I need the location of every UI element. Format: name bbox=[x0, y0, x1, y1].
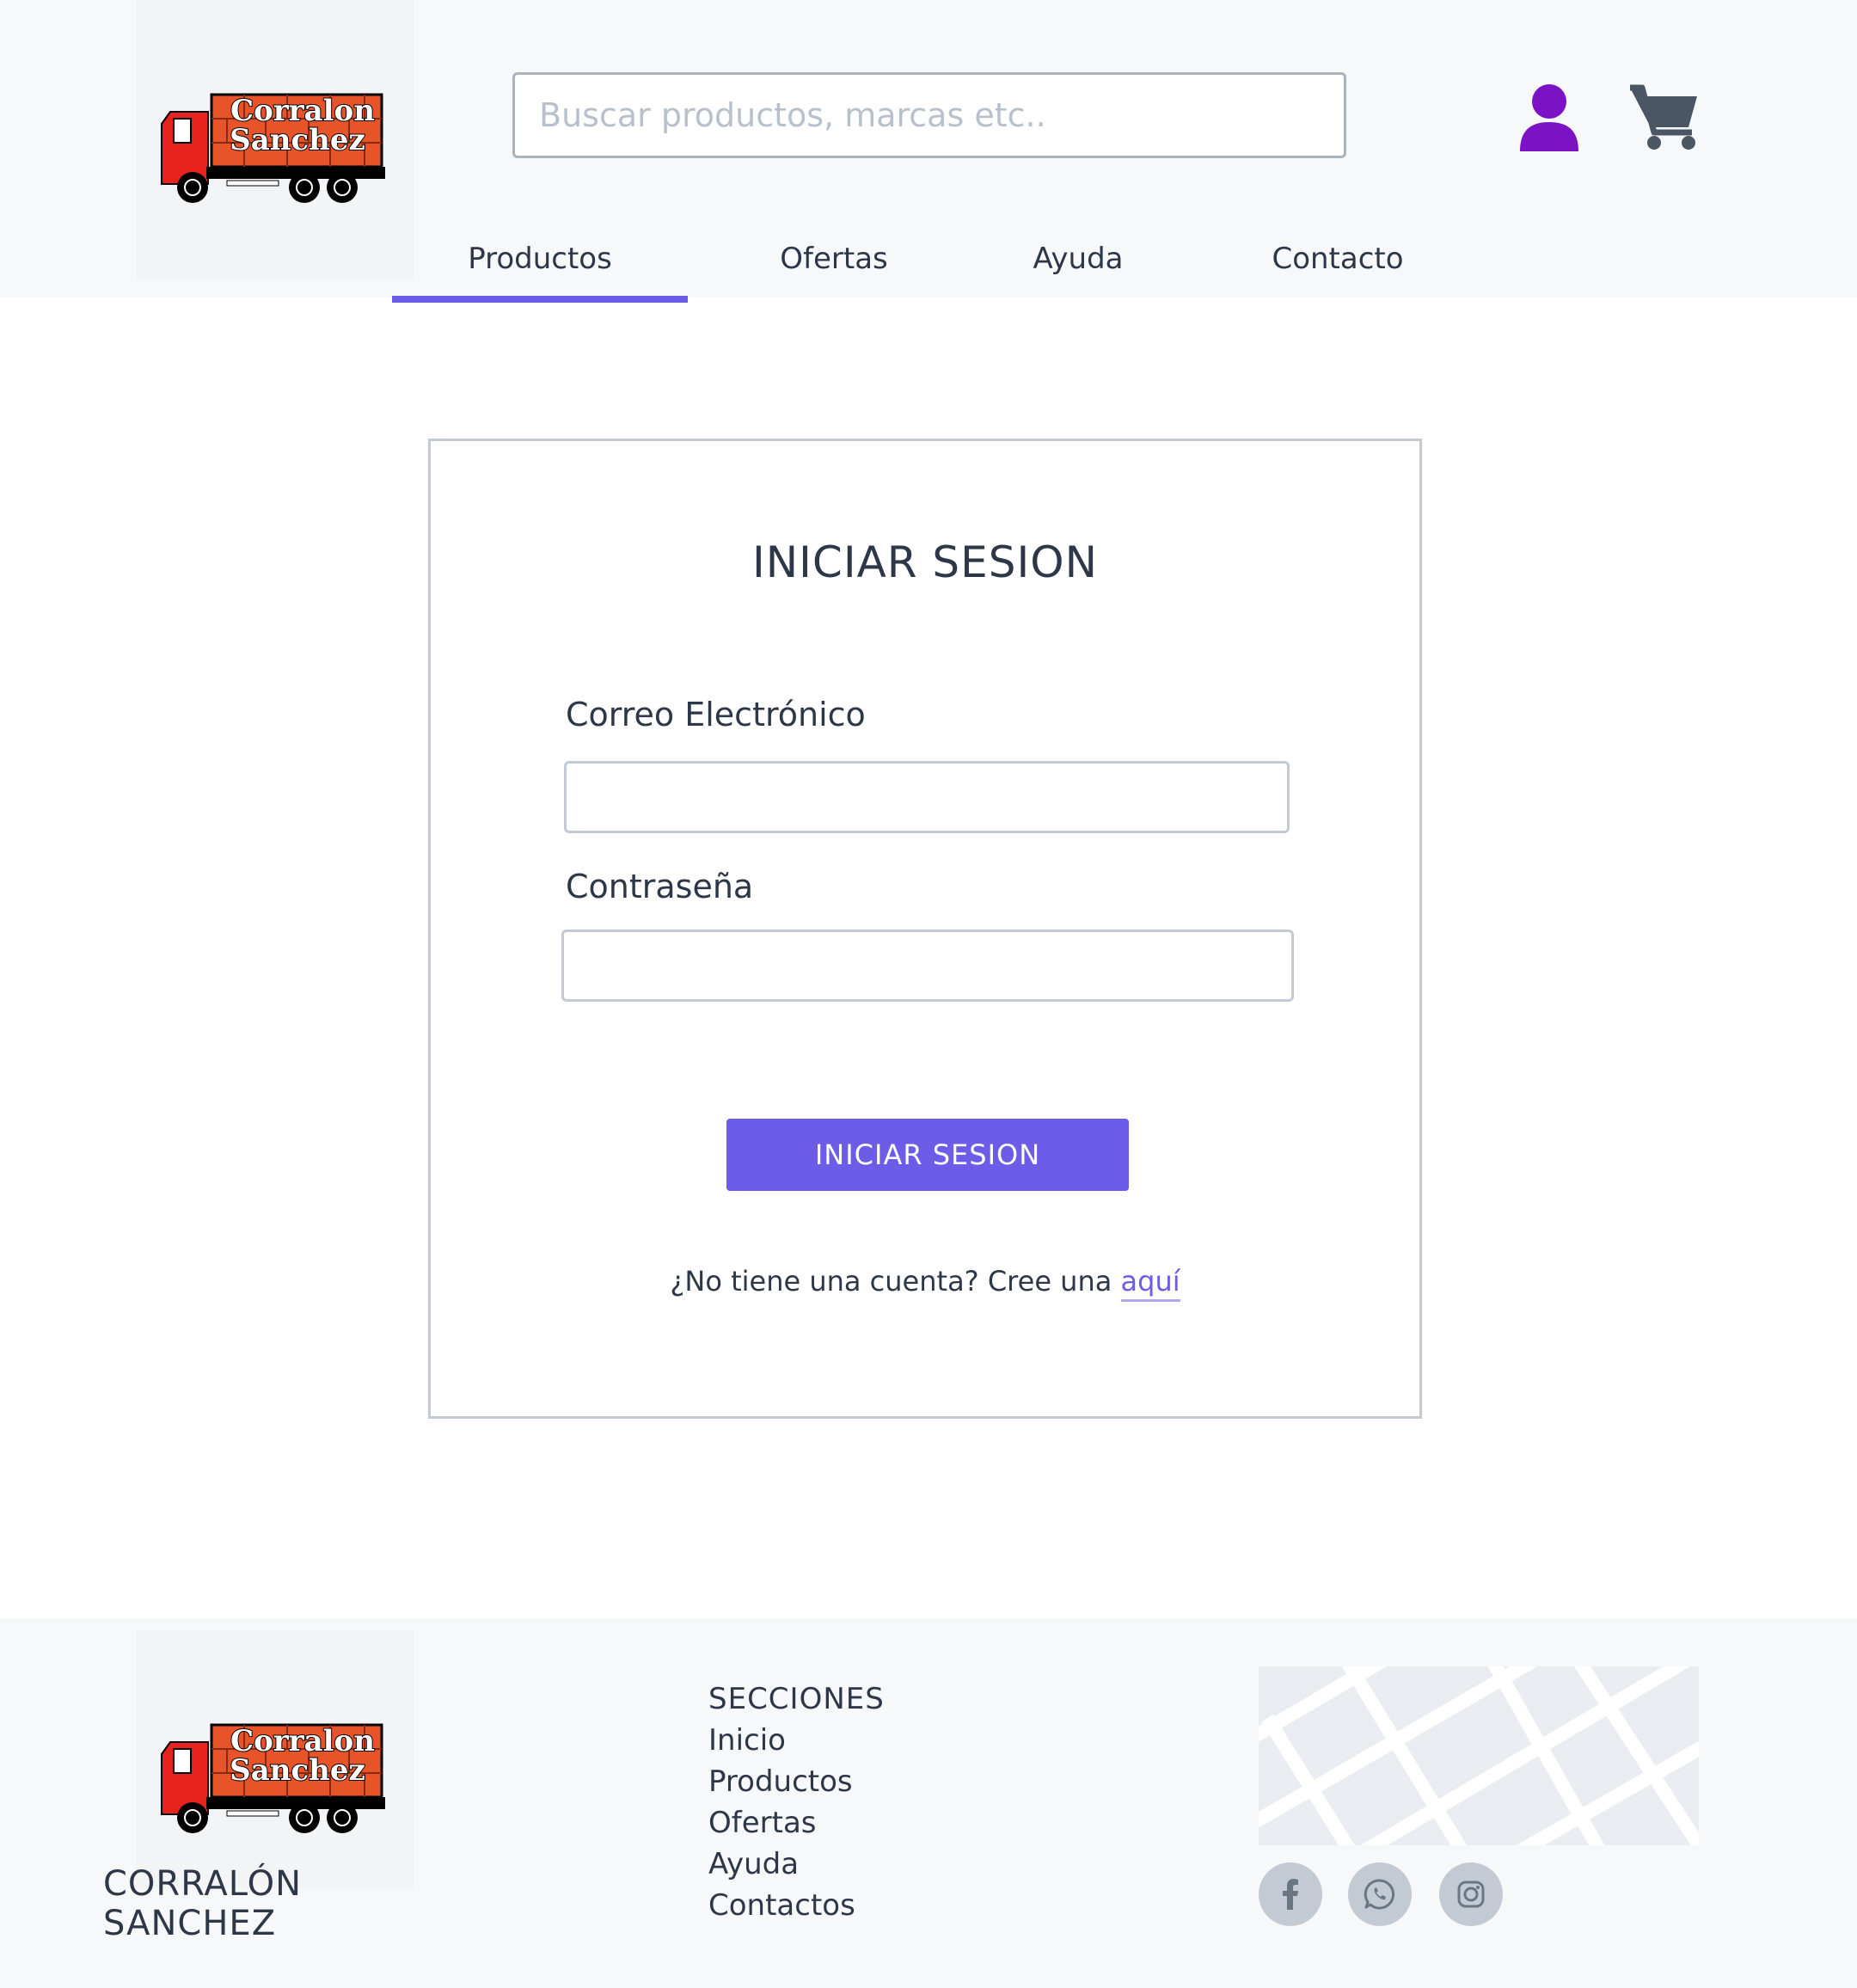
login-card: INICIAR SESION Correo Electrónico Contra… bbox=[428, 439, 1422, 1419]
footer-sections: SECCIONES Inicio Productos Ofertas Ayuda… bbox=[708, 1678, 1052, 1926]
site-footer: Corralon Sanchez CORRALÓN SANCHEZ SECCIO… bbox=[0, 1618, 1857, 1988]
footer-link-inicio[interactable]: Inicio bbox=[708, 1720, 1052, 1761]
truck-logo-icon: Corralon Sanchez bbox=[161, 1723, 385, 1833]
footer-logo[interactable]: Corralon Sanchez bbox=[136, 1630, 414, 1888]
facebook-button[interactable] bbox=[1259, 1862, 1322, 1926]
tab-contacto[interactable]: Contacto bbox=[1248, 224, 1427, 303]
facebook-icon bbox=[1283, 1879, 1298, 1910]
instagram-button[interactable] bbox=[1439, 1862, 1503, 1926]
signup-prompt-text: ¿No tiene una cuenta? Cree una bbox=[670, 1265, 1112, 1298]
password-field[interactable] bbox=[561, 930, 1294, 1002]
password-label: Contraseña bbox=[566, 868, 754, 905]
login-title: INICIAR SESION bbox=[752, 537, 1098, 587]
logo-text-line2: Sanchez bbox=[230, 123, 365, 157]
tab-ofertas[interactable]: Ofertas bbox=[746, 224, 922, 303]
truck-logo-icon: Corralon Sanchez bbox=[161, 93, 385, 203]
main-nav: Productos Ofertas Ayuda Contacto bbox=[0, 224, 1857, 303]
signup-link[interactable]: aquí bbox=[1120, 1265, 1180, 1302]
footer-link-ofertas[interactable]: Ofertas bbox=[708, 1802, 1052, 1844]
login-button[interactable]: INICIAR SESION bbox=[726, 1119, 1129, 1191]
email-field[interactable] bbox=[564, 761, 1290, 833]
site-header: Corralon Sanchez Productos Ofertas Ayuda… bbox=[0, 0, 1857, 303]
search-input[interactable] bbox=[512, 72, 1346, 158]
map-icon bbox=[1259, 1666, 1699, 1845]
map-placeholder[interactable] bbox=[1259, 1666, 1699, 1845]
footer-link-productos[interactable]: Productos bbox=[708, 1761, 1052, 1802]
email-label: Correo Electrónico bbox=[566, 696, 866, 733]
instagram-icon bbox=[1457, 1881, 1485, 1908]
cart-icon[interactable] bbox=[1628, 83, 1701, 151]
logo-text-line2: Sanchez bbox=[230, 1753, 365, 1788]
tab-ayuda[interactable]: Ayuda bbox=[1004, 224, 1152, 303]
tab-productos[interactable]: Productos bbox=[392, 224, 688, 303]
whatsapp-button[interactable] bbox=[1348, 1862, 1412, 1926]
footer-link-ayuda[interactable]: Ayuda bbox=[708, 1844, 1052, 1885]
signup-prompt: ¿No tiene una cuenta? Cree una aquí bbox=[431, 1265, 1419, 1302]
whatsapp-icon bbox=[1364, 1879, 1395, 1910]
user-icon[interactable] bbox=[1518, 83, 1580, 151]
footer-brand-name: CORRALÓN SANCHEZ bbox=[103, 1864, 303, 1943]
footer-link-contactos[interactable]: Contactos bbox=[708, 1885, 1052, 1926]
footer-sections-title: SECCIONES bbox=[708, 1682, 885, 1716]
